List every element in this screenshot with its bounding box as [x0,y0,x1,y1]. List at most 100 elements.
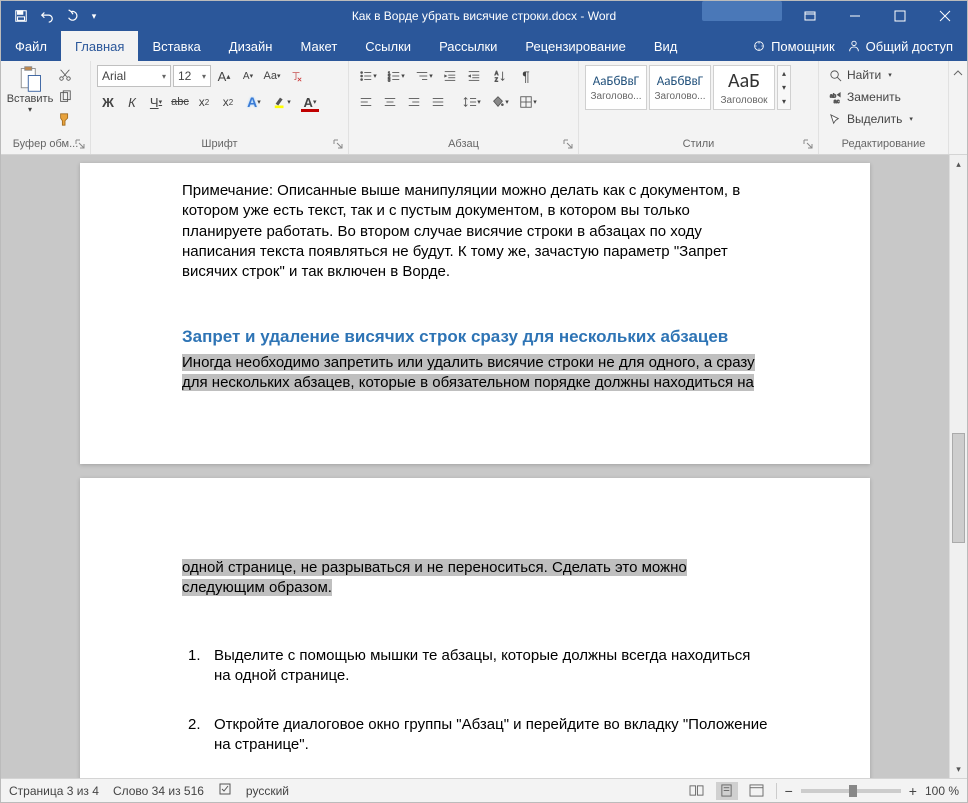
clipboard-dialog-launcher[interactable] [75,139,87,151]
statusbar: Страница 3 из 4 Слово 34 из 516 русский … [1,778,967,802]
page-3[interactable]: Примечание: Описанные выше манипуляции м… [80,163,870,464]
scroll-down-button[interactable]: ▾ [950,760,967,778]
text-effects-button[interactable]: A▾ [241,91,267,113]
tab-view[interactable]: Вид [640,31,692,61]
svg-text:Z: Z [495,77,499,83]
zoom-slider[interactable] [801,789,901,793]
strike-button[interactable]: abc [169,91,191,113]
shrink-font-button[interactable]: A▾ [237,65,259,87]
clear-formatting-button[interactable] [285,65,307,87]
zoom-level[interactable]: 100 % [925,784,959,798]
paragraph-note: Примечание: Описанные выше манипуляции м… [182,181,768,282]
subscript-button[interactable]: x2 [193,91,215,113]
change-case-button[interactable]: Aa▾ [261,65,283,87]
status-language[interactable]: русский [246,784,289,798]
titlebar: ▾ Как в Ворде убрать висячие строки.docx… [1,1,967,31]
copy-button[interactable] [55,87,75,107]
svg-text:A: A [495,71,499,77]
print-layout-button[interactable] [716,782,738,800]
cut-button[interactable] [55,65,75,85]
increase-indent-button[interactable] [463,65,485,87]
qat-customize-button[interactable]: ▾ [87,4,101,28]
document-area[interactable]: Примечание: Описанные выше манипуляции м… [1,155,949,778]
line-spacing-button[interactable]: ▾ [459,91,485,113]
collapse-ribbon-button[interactable] [949,61,967,154]
page-4[interactable]: одной странице, не разрываться и не пере… [80,478,870,778]
tab-insert[interactable]: Вставка [138,31,214,61]
sort-button[interactable]: AZ [487,65,513,87]
status-proofing-icon[interactable] [218,782,232,799]
align-right-button[interactable] [403,91,425,113]
font-size-combo[interactable]: 12▾ [173,65,211,87]
ribbon: Вставить ▾ Буфер обм... Arial▾ 12▾ A▴ A▾… [1,61,967,155]
styles-dialog-launcher[interactable] [803,139,815,151]
find-button[interactable]: Найти▾ [825,65,942,85]
share-button[interactable]: Общий доступ [847,39,953,54]
ribbon-display-button[interactable] [787,1,832,31]
shading-button[interactable]: ▾ [487,91,513,113]
borders-button[interactable]: ▾ [515,91,541,113]
grow-font-button[interactable]: A▴ [213,65,235,87]
undo-button[interactable] [35,4,59,28]
style-heading1[interactable]: АаБбВвГЗаголово... [585,65,647,110]
quick-access-toolbar: ▾ [1,4,101,28]
group-paragraph: ▾ 123▾ ▾ AZ ¶ ▾ ▾ ▾ Абзац [349,61,579,154]
list-item-1: 1.Выделите с помощью мышки те абзацы, ко… [182,646,768,687]
tell-me-button[interactable]: Помощник [752,39,835,54]
zoom-in-button[interactable]: + [909,783,917,799]
superscript-button[interactable]: x2 [217,91,239,113]
heading: Запрет и удаление висячих строк сразу дл… [182,326,768,349]
group-editing: Найти▾ abacЗаменить Выделить▾ Редактиров… [819,61,949,154]
scroll-thumb[interactable] [952,433,965,543]
zoom-out-button[interactable]: − [785,783,793,799]
font-name-combo[interactable]: Arial▾ [97,65,171,87]
close-button[interactable] [922,1,967,31]
save-button[interactable] [9,4,33,28]
align-left-button[interactable] [355,91,377,113]
numbering-button[interactable]: 123▾ [383,65,409,87]
decrease-indent-button[interactable] [439,65,461,87]
paste-button[interactable]: Вставить ▾ [7,65,53,129]
status-page[interactable]: Страница 3 из 4 [9,784,99,798]
highlight-button[interactable]: ▾ [269,91,295,113]
window-controls [702,1,967,31]
tab-file[interactable]: Файл [1,31,61,61]
style-title[interactable]: АаБЗаголовок [713,65,775,110]
bullets-button[interactable]: ▾ [355,65,381,87]
tab-home[interactable]: Главная [61,31,138,61]
paragraph-selected-1: Иногда необходимо запретить или удалить … [182,353,768,394]
tab-references[interactable]: Ссылки [351,31,425,61]
paragraph-dialog-launcher[interactable] [563,139,575,151]
replace-button[interactable]: abacЗаменить [825,87,942,107]
tab-design[interactable]: Дизайн [215,31,287,61]
multilevel-button[interactable]: ▾ [411,65,437,87]
select-button[interactable]: Выделить▾ [825,109,942,129]
tab-mailings[interactable]: Рассылки [425,31,511,61]
user-badge[interactable] [702,1,782,21]
tab-layout[interactable]: Макет [286,31,351,61]
bold-button[interactable]: Ж [97,91,119,113]
scroll-up-button[interactable]: ▴ [950,155,967,173]
format-painter-button[interactable] [55,109,75,129]
window-title: Как в Ворде убрать висячие строки.docx -… [352,9,616,23]
tab-review[interactable]: Рецензирование [511,31,639,61]
minimize-button[interactable] [832,1,877,31]
group-clipboard: Вставить ▾ Буфер обм... [1,61,91,154]
italic-button[interactable]: К [121,91,143,113]
font-dialog-launcher[interactable] [333,139,345,151]
group-styles: АаБбВвГЗаголово... АаБбВвГЗаголово... Аа… [579,61,819,154]
show-marks-button[interactable]: ¶ [515,65,537,87]
vertical-scrollbar[interactable]: ▴ ▾ [949,155,967,778]
svg-text:3: 3 [388,77,391,82]
align-center-button[interactable] [379,91,401,113]
underline-button[interactable]: Ч▾ [145,91,167,113]
justify-button[interactable] [427,91,449,113]
status-words[interactable]: Слово 34 из 516 [113,784,204,798]
styles-gallery-scroll[interactable]: ▴▾▾ [777,65,791,110]
redo-button[interactable] [61,4,85,28]
font-color-button[interactable]: A▾ [297,91,323,113]
maximize-button[interactable] [877,1,922,31]
style-heading2[interactable]: АаБбВвГЗаголово... [649,65,711,110]
web-layout-button[interactable] [746,782,768,800]
read-mode-button[interactable] [686,782,708,800]
